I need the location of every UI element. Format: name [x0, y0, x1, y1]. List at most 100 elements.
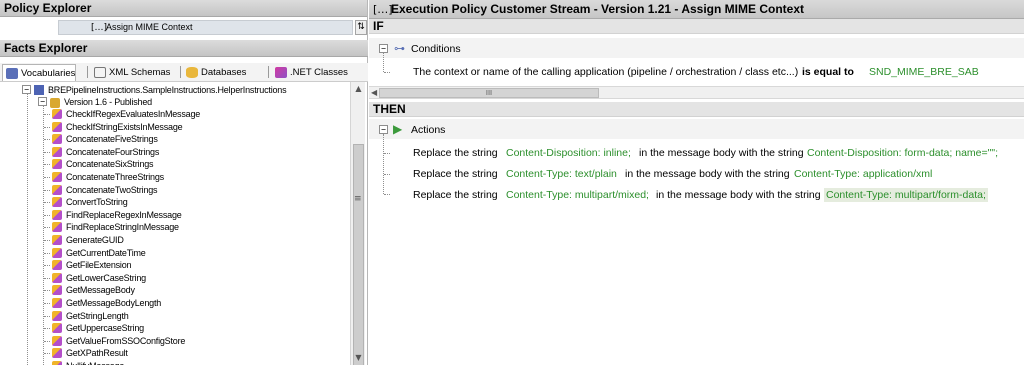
scroll-left-icon[interactable]: ◀	[371, 87, 377, 99]
action-2-middle: in the message body with the string	[625, 168, 790, 180]
function-icon	[52, 134, 62, 145]
tree-item-label: GetValueFromSSOConfigStore	[66, 335, 186, 346]
tree-item-label: GenerateGUID	[66, 235, 124, 245]
tree-item-label: GetFileExtension	[66, 260, 132, 271]
actions-row[interactable]	[369, 119, 1024, 139]
function-icon	[52, 184, 62, 195]
conditions-label: Conditions	[411, 43, 461, 55]
vocabulary-icon	[34, 85, 44, 95]
scroll-grip-icon: ≡	[354, 194, 362, 204]
policy-scroll-button[interactable]: ⇅	[355, 20, 367, 35]
database-icon	[186, 67, 198, 78]
scrollbar-thumb[interactable]	[353, 144, 364, 365]
action-3-replace[interactable]: Content-Type: multipart/form-data;	[824, 188, 988, 202]
tab-vocabularies-label: Vocabularies	[21, 68, 76, 79]
horizontal-scrollbar[interactable]: ◀ III	[369, 86, 1024, 99]
facts-explorer-header: Facts Explorer	[0, 40, 368, 57]
tree-item-label: GetMessageBody	[66, 285, 135, 296]
function-icon	[52, 323, 62, 334]
function-icon	[52, 247, 62, 258]
tree-item-label: FindReplaceStringInMessage	[66, 222, 179, 233]
action-3-find[interactable]: Content-Type: multipart/mixed;	[506, 188, 649, 202]
action-1-replace[interactable]: Content-Disposition: form-data; name="";	[807, 146, 998, 160]
tree-node-version[interactable]: − Version 1.6 - Published	[38, 96, 338, 108]
tab-xml-schemas-label: XML Schemas	[109, 67, 171, 78]
tree-item-label: ConcatenateFourStrings	[66, 146, 160, 157]
rule-editor: […] Execution Policy Customer Stream - V…	[369, 0, 1024, 365]
rule-title: Execution Policy Customer Stream - Versi…	[391, 2, 804, 16]
condition-operator[interactable]: is equal to	[802, 65, 854, 79]
function-icon	[52, 172, 62, 182]
action-1-middle: in the message body with the string	[639, 147, 804, 159]
horizontal-scrollbar-thumb[interactable]: III	[379, 88, 599, 98]
function-icon	[52, 272, 62, 283]
function-icon	[52, 159, 62, 170]
rule-icon: […]	[373, 3, 393, 16]
version-label: Version 1.6 - Published	[64, 97, 152, 107]
action-3-middle: in the message body with the string	[656, 189, 821, 201]
tree-node-vocabulary[interactable]: − BREPipelineInstructions.SampleInstruct…	[22, 84, 342, 96]
tree-item-label: ConcatenateThreeStrings	[66, 172, 164, 182]
actions-label: Actions	[411, 124, 446, 136]
function-icon	[52, 121, 62, 132]
left-panel: Policy Explorer […] Assign MIME Context …	[0, 0, 368, 365]
function-icon	[52, 285, 62, 296]
vocabulary-label: BREPipelineInstructions.SampleInstructio…	[48, 85, 287, 95]
action-1-prefix: Replace the string	[413, 147, 498, 159]
tab-databases-label: Databases	[201, 67, 247, 78]
tree-item-label: GetLowerCaseString	[66, 272, 146, 283]
scroll-down-icon[interactable]: ▼	[351, 351, 366, 365]
condition-value[interactable]: SND_MIME_BRE_SAB	[869, 65, 979, 79]
tree-item-label: CheckIfRegexEvaluatesInMessage	[66, 109, 201, 119]
tree-item-label: ConvertToString	[66, 197, 128, 208]
function-icon	[52, 298, 62, 308]
tree-item-label: GetMessageBodyLength	[66, 298, 162, 308]
tree-item-label: CheckIfStringExistsInMessage	[66, 121, 183, 132]
condition-subject[interactable]: The context or name of the calling appli…	[413, 65, 798, 79]
action-2-replace[interactable]: Content-Type: application/xml	[794, 167, 932, 181]
then-section-label: THEN	[369, 102, 1024, 117]
tab-dotnet-classes[interactable]: .NET Classes	[272, 64, 348, 81]
function-icon	[52, 209, 62, 220]
tree-item-label: NullifyMessage	[66, 360, 124, 365]
action-1-find[interactable]: Content-Disposition: inline;	[506, 146, 631, 160]
tree-item-label: ConcatenateSixStrings	[66, 159, 154, 170]
action-2-find[interactable]: Content-Type: text/plain	[506, 167, 617, 181]
tree-item-label: ConcatenateTwoStrings	[66, 184, 158, 195]
policy-rule-label: Assign MIME Context	[106, 22, 193, 32]
vocabulary-tree: − BREPipelineInstructions.SampleInstruct…	[0, 82, 350, 365]
collapse-icon[interactable]: −	[22, 85, 31, 94]
conditions-icon: ⊶	[394, 42, 405, 55]
tree-item-label: GetStringLength	[66, 310, 129, 321]
function-icon	[52, 197, 62, 208]
tab-vocabularies[interactable]: Vocabularies	[2, 64, 76, 81]
function-icon	[52, 335, 62, 346]
tree-item-label: ConcatenateFiveStrings	[66, 134, 158, 145]
tree-vertical-scrollbar[interactable]: ▲ ≡ ▼	[350, 82, 365, 365]
facts-explorer-tabs: Vocabularies XML Schemas Databases .NET …	[0, 63, 368, 82]
conditions-row[interactable]	[369, 38, 1024, 58]
actions-icon: ▶	[393, 122, 403, 136]
function-icon	[52, 348, 62, 359]
rule-icon: […]	[91, 23, 108, 33]
function-icon	[52, 361, 62, 365]
rule-editor-header: […] Execution Policy Customer Stream - V…	[369, 0, 1024, 19]
tab-databases[interactable]: Databases	[183, 64, 246, 81]
function-icon	[52, 235, 62, 245]
function-icon	[52, 260, 62, 271]
function-icon	[52, 146, 62, 157]
if-section-label: IF	[369, 19, 1024, 34]
function-icon	[52, 109, 62, 119]
tree-item-label: FindReplaceRegexInMessage	[66, 209, 182, 220]
policy-explorer-header: Policy Explorer	[0, 0, 367, 17]
collapse-icon[interactable]: −	[379, 125, 388, 134]
tab-dotnet-classes-label: .NET Classes	[290, 67, 348, 78]
vocabulary-icon	[6, 68, 18, 79]
collapse-icon[interactable]: −	[38, 97, 47, 106]
tree-item-label: GetCurrentDateTime	[66, 247, 146, 258]
scroll-up-icon[interactable]: ▲	[351, 82, 366, 96]
tab-xml-schemas[interactable]: XML Schemas	[91, 64, 170, 81]
policy-explorer-list: […] Assign MIME Context ⇅	[0, 20, 368, 35]
policy-rule-item[interactable]: […] Assign MIME Context	[58, 20, 353, 35]
collapse-icon[interactable]: −	[379, 44, 388, 53]
